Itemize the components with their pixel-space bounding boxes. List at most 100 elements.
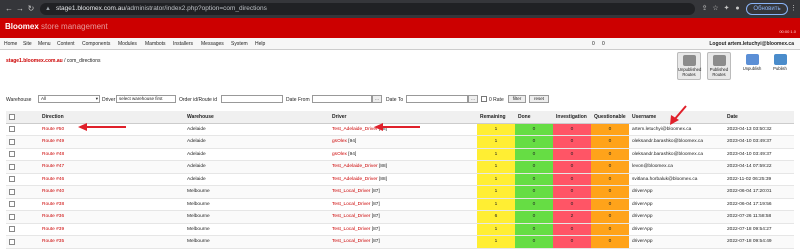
driver-cell: Test_Local_Driver [87]	[329, 235, 477, 249]
route-link[interactable]: Route #47	[42, 164, 64, 169]
row-checkbox-cell[interactable]	[6, 135, 39, 149]
published-routes-button[interactable]: Published Routes	[707, 52, 731, 80]
driver-link[interactable]: Test_Local_Driver	[332, 239, 370, 244]
column-header-investigation[interactable]: Investigation	[553, 111, 591, 124]
forward-icon[interactable]: →	[15, 4, 25, 13]
update-button[interactable]: Обновить	[746, 3, 788, 15]
address-bar[interactable]: ▲ stage1.bloomex.com.au/administrator/in…	[40, 3, 695, 15]
table-row[interactable]: Route #39 Melbourne Test_Local_Driver [87]…	[6, 223, 794, 236]
menu-item-content[interactable]: Content	[57, 41, 75, 47]
route-link[interactable]: Route #49	[42, 139, 64, 144]
reload-icon[interactable]: ↻	[26, 4, 36, 13]
driver-link[interactable]: gsOlex	[332, 139, 347, 144]
table-row[interactable]: Route #49 Adelaide gsOlex [94] 1 0 0 0 oleksand…	[6, 135, 794, 149]
rate-checkbox[interactable]	[481, 96, 487, 102]
row-checkbox-cell[interactable]	[6, 160, 39, 174]
route-link[interactable]: Route #46	[42, 177, 64, 182]
row-checkbox[interactable]	[9, 226, 15, 233]
warehouse-cell: Adelaide	[184, 148, 329, 161]
row-checkbox[interactable]	[9, 126, 15, 133]
route-link[interactable]: Route #50	[42, 127, 64, 132]
driver-select[interactable]: select warehouse first	[116, 95, 176, 103]
warehouse-select[interactable]: All ▾	[38, 95, 100, 103]
row-checkbox[interactable]	[9, 163, 15, 170]
menu-item-menu[interactable]: Menu	[38, 41, 51, 47]
date-to-picker-button[interactable]: ...	[468, 95, 478, 103]
column-header-questionable[interactable]: Questionable	[591, 111, 629, 124]
column-header-date[interactable]: Date	[724, 111, 794, 124]
menu-item-site[interactable]: Site	[23, 41, 32, 47]
table-row[interactable]: Route #40 Melbourne Test_Local_Driver [87]…	[6, 185, 794, 199]
row-checkbox[interactable]	[9, 176, 15, 183]
row-checkbox[interactable]	[9, 138, 15, 145]
row-checkbox-cell[interactable]	[6, 185, 39, 199]
menu-item-help[interactable]: Help	[255, 41, 265, 47]
unpublished-routes-button[interactable]: Unpublished Routes	[677, 52, 701, 80]
menu-dots-icon[interactable]: ⋮	[790, 4, 797, 12]
profile-icon[interactable]: ●	[733, 4, 742, 13]
star-icon[interactable]: ☆	[711, 4, 720, 13]
table-row[interactable]: Route #36 Melbourne Test_Local_Driver [87]…	[6, 210, 794, 224]
unpublish-button[interactable]: Unpublish	[740, 52, 764, 80]
row-checkbox[interactable]	[9, 151, 15, 158]
route-link[interactable]: Route #35	[42, 239, 64, 244]
row-checkbox-cell[interactable]	[6, 235, 39, 249]
menu-item-installers[interactable]: Installers	[173, 41, 193, 47]
menu-item-system[interactable]: System	[231, 41, 248, 47]
breadcrumb-site[interactable]: stage1.bloomex.com.au	[6, 58, 63, 64]
menu-item-home[interactable]: Home	[4, 41, 17, 47]
route-link[interactable]: Route #38	[42, 202, 64, 207]
driver-link[interactable]: Test_Adelaide_Driver	[332, 177, 378, 182]
reset-button[interactable]: reset	[529, 95, 549, 103]
row-checkbox[interactable]	[9, 213, 15, 220]
table-row[interactable]: Route #46 Adelaide Test_Adelaide_Driver [8…	[6, 173, 794, 186]
row-checkbox[interactable]	[9, 188, 15, 195]
driver-link[interactable]: gsOlex	[332, 152, 347, 157]
route-link[interactable]: Route #48	[42, 152, 64, 157]
driver-link[interactable]: Test_Adelaide_Driver	[332, 127, 378, 132]
row-checkbox-cell[interactable]	[6, 223, 39, 236]
table-row[interactable]: Route #47 Adelaide Test_Adelaide_Driver [8…	[6, 160, 794, 174]
date-to-input[interactable]	[406, 95, 468, 103]
filter-button[interactable]: filter	[508, 95, 526, 103]
select-all-checkbox[interactable]	[9, 113, 15, 120]
row-checkbox[interactable]	[9, 201, 15, 208]
table-row[interactable]: Route #48 Adelaide gsOlex [94] 1 0 0 0 oleksand…	[6, 148, 794, 161]
route-link[interactable]: Route #36	[42, 214, 64, 219]
publish-button[interactable]: Publish	[768, 52, 792, 80]
column-header-remaining[interactable]: Remaining	[477, 111, 515, 124]
driver-link[interactable]: Test_Local_Driver	[332, 227, 370, 232]
menu-item-modules[interactable]: Modules	[118, 41, 137, 47]
row-checkbox-cell[interactable]	[6, 198, 39, 211]
driver-cell: Test_Adelaide_Driver [88]	[329, 173, 477, 186]
row-checkbox-cell[interactable]	[6, 148, 39, 161]
select-all-header[interactable]	[6, 111, 39, 124]
column-header-warehouse[interactable]: Warehouse	[184, 111, 329, 124]
row-checkbox-cell[interactable]	[6, 173, 39, 186]
route-link[interactable]: Route #40	[42, 189, 64, 194]
date-from-input[interactable]	[312, 95, 372, 103]
table-row[interactable]: Route #38 Melbourne Test_Local_Driver [87]…	[6, 198, 794, 211]
row-checkbox-cell[interactable]	[6, 123, 39, 136]
back-icon[interactable]: ←	[4, 4, 14, 13]
table-row[interactable]: Route #35 Melbourne Test_Local_Driver [87]…	[6, 235, 794, 249]
extensions-icon[interactable]: ✦	[722, 4, 731, 13]
menu-item-mambots[interactable]: Mambots	[145, 41, 166, 47]
order-id-input[interactable]	[221, 95, 283, 103]
date-from-picker-button[interactable]: ...	[372, 95, 382, 103]
driver-cell: Test_Adelaide_Driver [88]	[329, 160, 477, 174]
menu-item-messages[interactable]: Messages	[201, 41, 224, 47]
share-icon[interactable]: ⇪	[700, 4, 709, 13]
row-checkbox-cell[interactable]	[6, 210, 39, 224]
logout-link[interactable]: Logout artem.letuchyi@bloomex.ca	[709, 41, 794, 47]
investigation-cell: 0	[553, 135, 591, 149]
driver-link[interactable]: Test_Local_Driver	[332, 202, 370, 207]
driver-link[interactable]: Test_Local_Driver	[332, 214, 370, 219]
driver-link[interactable]: Test_Adelaide_Driver	[332, 164, 378, 169]
menu-item-components[interactable]: Components	[82, 41, 110, 47]
investigation-cell: 0	[553, 160, 591, 174]
row-checkbox[interactable]	[9, 238, 15, 245]
driver-link[interactable]: Test_Local_Driver	[332, 189, 370, 194]
route-link[interactable]: Route #39	[42, 227, 64, 232]
column-header-done[interactable]: Done	[515, 111, 553, 124]
